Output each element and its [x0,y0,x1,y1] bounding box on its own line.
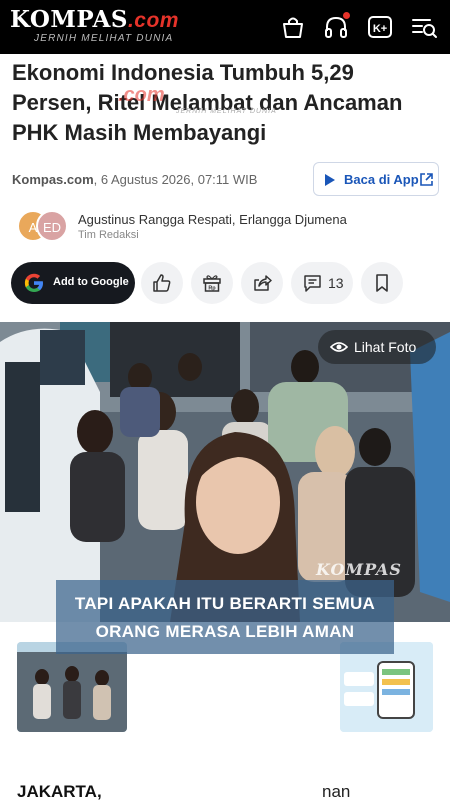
app-play-icon [325,174,335,186]
read-in-app-label: Baca di App [344,172,419,187]
editorial-team: Tim Redaksi [78,229,139,241]
article-date: , 6 Agustus 2026, 07:11 WIB [93,172,258,187]
bookmark-icon [376,274,388,292]
kompas-logo[interactable]: KOMPAS.com [10,8,179,33]
bag-icon[interactable] [279,13,307,41]
view-photo-label: Lihat Foto [354,339,417,355]
bookmark-button[interactable] [361,262,403,304]
title-watermark-tagline: JERNIH MELIHAT DUNIA [176,108,277,115]
caption-line-2: ORANG MERASA LEBIH AMAN [95,622,355,641]
eye-icon [330,342,348,352]
logo-tagline: JERNIH MELIHAT DUNIA [34,33,174,44]
share-icon [254,275,272,291]
article-meta: Kompas.com, 6 Agustus 2026, 07:11 WIB [12,172,257,187]
article-source[interactable]: Kompas.com [12,172,94,187]
article-dateline: JAKARTA, [17,782,102,800]
logo-suffix: .com [127,9,179,32]
share-button[interactable] [241,262,283,304]
comment-icon [304,275,321,292]
comments-button[interactable]: 13 [291,262,353,304]
promo-banner-left[interactable] [17,642,127,732]
article-authors[interactable]: Agustinus Rangga Respati, Erlangga Djume… [78,212,347,227]
gift-rupiah-icon: Rp [203,275,221,292]
like-button[interactable] [141,262,183,304]
read-in-app-button[interactable]: Baca di App [313,162,439,196]
comment-count: 13 [328,275,344,291]
notification-dot [343,12,350,19]
article-title: Ekonomi Indonesia Tumbuh 5,29 Persen, Ri… [12,60,403,145]
promo-banner-right[interactable] [340,642,433,732]
video-caption: TAPI APAKAH ITU BERARTI SEMUA ORANG MERA… [56,580,394,654]
svg-text:K+: K+ [373,23,387,35]
top-navbar: KOMPAS.com JERNIH MELIHAT DUNIA K+ [0,0,450,54]
thumbs-up-icon [153,274,171,292]
article-body-fragment: nan [322,782,351,800]
promo-crowd-image [17,642,127,732]
caption-line-1: TAPI APAKAH ITU BERARTI SEMUA [74,594,376,613]
add-to-google-label: Add to Google [53,276,129,288]
view-photo-button[interactable]: Lihat Foto [318,330,436,364]
add-to-google-button[interactable]: Add to Google [11,262,135,304]
svg-text:Rp: Rp [208,286,216,292]
photo-watermark: KOMPAS [316,560,402,579]
kplus-icon[interactable]: K+ [366,13,394,41]
promo-phone-image [340,642,433,732]
google-icon [24,273,43,292]
external-link-icon [420,173,433,186]
author-avatar-2[interactable]: ED [36,210,68,242]
logo-text: KOMPAS [10,6,128,33]
title-watermark: .com [118,84,165,106]
menu-search-icon[interactable] [410,13,438,41]
gift-rupiah-button[interactable]: Rp [191,262,233,304]
